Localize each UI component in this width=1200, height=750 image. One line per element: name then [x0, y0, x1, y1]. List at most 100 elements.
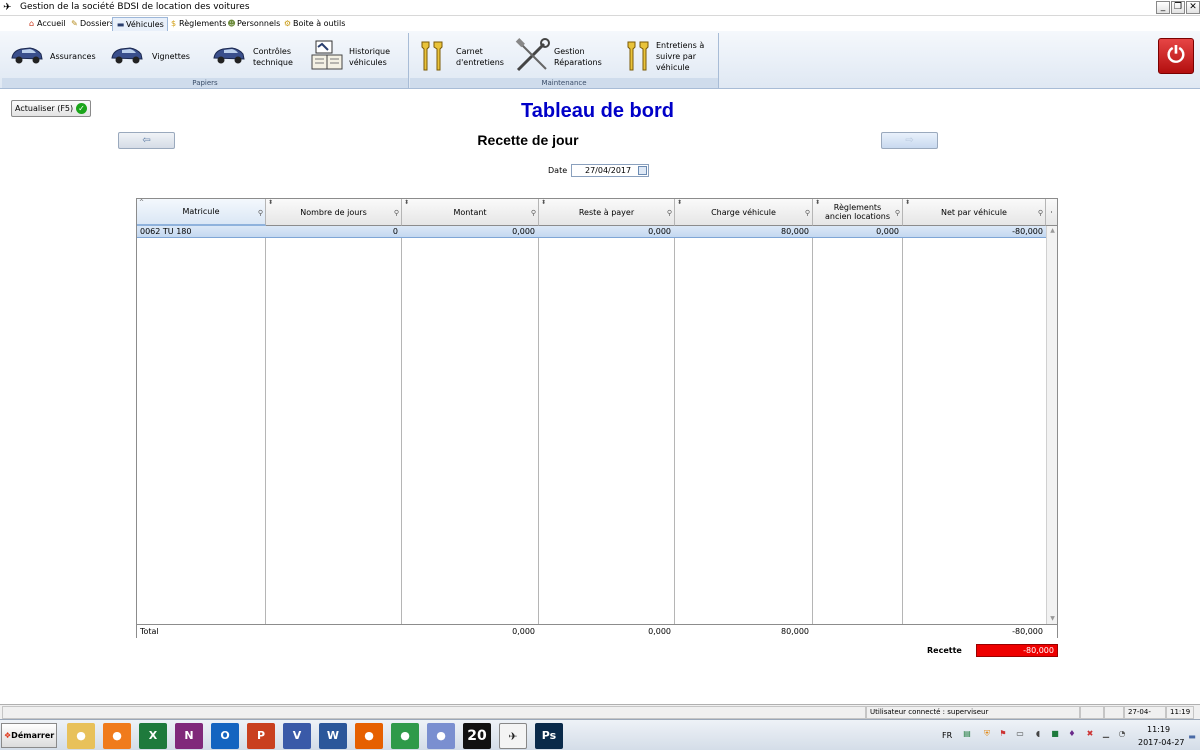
tab-personnels[interactable]: ☻Personnels [224, 17, 283, 31]
language-indicator[interactable]: FR [942, 731, 952, 740]
taskbar: ❖Démarrer ● ● X N O P V W ● ● ● 20 ✈ Ps FR ▤ ⛨ ⚑ ▭ ◖ … [0, 719, 1200, 750]
ribbon-group-papiers: Assurances Vignettes Contrôles technique [2, 33, 409, 88]
paint-icon[interactable]: ● [427, 723, 455, 749]
app-20-icon[interactable]: 20 [463, 723, 491, 749]
tray-printer-icon[interactable]: ▭ [1015, 729, 1025, 739]
status-user: Utilisateur connecté : superviseur [866, 706, 1080, 719]
sort-icon: ⬍ [404, 199, 410, 206]
window-title: Gestion de la société BDSI de location d… [20, 2, 250, 12]
ribbon-carnet-entretiens-button[interactable]: Carnet d'entretiens [416, 37, 506, 77]
firefox-icon[interactable]: ● [355, 723, 383, 749]
vertical-scrollbar[interactable]: ▲ ▼ [1046, 226, 1057, 624]
status-panel [2, 706, 866, 719]
dollar-icon: $ [170, 19, 177, 28]
tab-dossiers[interactable]: ✎ Dossiers [67, 17, 117, 31]
column-header-label: Reste à payer [578, 207, 635, 217]
ribbon-vignettes-button[interactable]: Vignettes [108, 37, 198, 77]
column-header-matricule[interactable]: ^ Matricule ⚲ [137, 199, 266, 226]
onenote-icon[interactable]: N [175, 723, 203, 749]
tray-app-icon[interactable]: ♦ [1067, 729, 1077, 739]
column-header-reglements-ancien-locations[interactable]: ⬍ Règlements ancien locations ⚲ [813, 199, 903, 226]
next-day-button[interactable]: ⇨ [881, 132, 938, 149]
tab-label: Personnels [237, 19, 281, 28]
search-icon[interactable]: ⚲ [667, 209, 672, 218]
photoshop-icon[interactable]: Ps [535, 723, 563, 749]
search-icon[interactable]: ⚲ [1038, 209, 1043, 218]
scroll-down-icon[interactable]: ▼ [1047, 614, 1058, 624]
tray-network-icon[interactable]: ▤ [962, 729, 972, 739]
tray-flag-icon[interactable]: ⚑ [998, 729, 1008, 739]
start-button[interactable]: ❖Démarrer [1, 723, 57, 748]
column-chooser-button[interactable]: · [1046, 199, 1057, 226]
ribbon-gestion-reparations-button[interactable]: Gestion Réparations [514, 37, 614, 77]
minimize-button[interactable]: _ [1156, 1, 1170, 14]
ribbon-item-label: d'entretiens [456, 58, 504, 67]
tab-vehicules[interactable]: ▬ Véhicules [112, 17, 168, 31]
date-value: 27/04/2017 [585, 166, 632, 175]
clock-date[interactable]: 2017-04-27 [1138, 738, 1185, 747]
running-app-icon[interactable]: ✈ [499, 723, 527, 749]
car-icon [213, 47, 245, 64]
table-row[interactable]: 0062 TU 180 0 0,000 0,000 80,000 0,000 -… [137, 226, 1046, 238]
status-bar: Utilisateur connecté : superviseur 27-04… [0, 704, 1200, 727]
close-button[interactable]: ✕ [1186, 1, 1200, 14]
column-header-net-par-vehicule[interactable]: ⬍ Net par véhicule ⚲ [903, 199, 1046, 226]
total-reglements-ancien-locations [812, 626, 902, 637]
search-icon[interactable]: ⚲ [394, 209, 399, 218]
power-off-button[interactable]: ⏻ [1158, 38, 1194, 74]
tray-alert-icon[interactable]: ✖ [1085, 729, 1095, 739]
powerpoint-icon[interactable]: P [247, 723, 275, 749]
tray-nvidia-icon[interactable]: ■ [1050, 729, 1060, 739]
date-input[interactable]: 27/04/2017 [571, 164, 649, 177]
app-icon: ✈ [3, 2, 12, 13]
sort-icon: ⬍ [268, 199, 274, 206]
column-divider [538, 226, 539, 624]
ribbon-group-label: Papiers [2, 78, 408, 88]
chrome-icon[interactable]: ● [391, 723, 419, 749]
ribbon-historique-vehicules-button[interactable]: Historique véhicules [308, 37, 408, 77]
file-explorer-icon[interactable]: ● [67, 723, 95, 749]
cell-net-par-vehicule: -80,000 [1012, 227, 1043, 236]
word-icon[interactable]: W [319, 723, 347, 749]
tab-accueil[interactable]: ⌂ Accueil [24, 17, 69, 31]
column-header-montant[interactable]: ⬍ Montant ⚲ [402, 199, 539, 226]
status-date: 27-04-2017 [1124, 706, 1166, 727]
ribbon-assurances-button[interactable]: Assurances [8, 37, 98, 77]
column-header-reste-a-payer[interactable]: ⬍ Reste à payer ⚲ [539, 199, 675, 226]
search-icon[interactable]: ⚲ [258, 209, 263, 218]
clock-time[interactable]: 11:19 [1147, 725, 1170, 734]
ribbon-item-label: Assurances [50, 52, 96, 61]
column-header-nombre-de-jours[interactable]: ⬍ Nombre de jours ⚲ [266, 199, 402, 226]
page-title: Tableau de bord [521, 100, 674, 122]
tab-boite-a-outils[interactable]: ⚙ Boite à outils [280, 17, 348, 31]
tray-wifi-icon[interactable]: ◔ [1117, 729, 1127, 739]
column-divider [902, 226, 903, 624]
column-header-label: Règlements ancien locations [824, 203, 891, 221]
ribbon-item-label: technique [253, 58, 293, 67]
calendar-icon[interactable] [638, 166, 647, 175]
tray-security-icon[interactable]: ⛨ [982, 729, 992, 739]
title-bar: ✈ Gestion de la société BDSI de location… [0, 0, 1200, 16]
restore-button[interactable]: ❐ [1171, 1, 1185, 14]
search-icon[interactable]: ⚲ [805, 209, 810, 218]
outlook-icon[interactable]: O [211, 723, 239, 749]
home-icon: ⌂ [28, 19, 35, 28]
start-label: Démarrer [11, 731, 55, 740]
table-total-row: Total 0,000 0,000 80,000 -80,000 [137, 624, 1057, 638]
ribbon-entretiens-a-suivre-button[interactable]: Entretiens à suivre par véhicule [622, 37, 717, 77]
tab-reglements[interactable]: $ Règlements [166, 17, 229, 31]
tray-signal-icon[interactable]: ▁ [1101, 729, 1111, 739]
total-nombre-de-jours [265, 626, 401, 637]
media-player-icon[interactable]: ● [103, 723, 131, 749]
car-icon: ▬ [116, 20, 125, 29]
search-icon[interactable]: ⚲ [531, 209, 536, 218]
show-desktop-icon[interactable]: ▬ [1186, 732, 1198, 742]
total-charge-vehicule: 80,000 [781, 627, 809, 636]
ribbon-controles-technique-button[interactable]: Contrôles technique [210, 37, 300, 77]
search-icon[interactable]: ⚲ [895, 209, 900, 218]
scroll-up-icon[interactable]: ▲ [1047, 226, 1058, 236]
column-header-charge-vehicule[interactable]: ⬍ Charge véhicule ⚲ [675, 199, 813, 226]
excel-icon[interactable]: X [139, 723, 167, 749]
tray-volume-icon[interactable]: ◖ [1033, 729, 1043, 739]
visio-icon[interactable]: V [283, 723, 311, 749]
